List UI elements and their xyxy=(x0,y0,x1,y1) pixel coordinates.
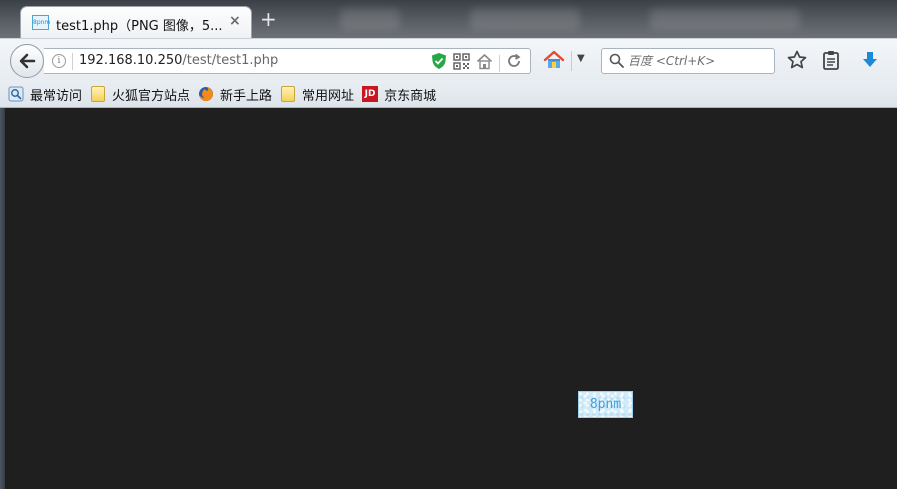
jd-icon: JD xyxy=(362,86,379,102)
url-host: 192.168.10.250 xyxy=(79,53,183,68)
tab-close-icon[interactable]: × xyxy=(229,13,241,29)
home-icon xyxy=(543,50,565,68)
jd-logo-text: JD xyxy=(362,86,379,102)
background-blur xyxy=(650,8,800,30)
firefox-icon xyxy=(198,86,214,102)
most-visited-icon xyxy=(8,86,24,102)
url-path: /test/test1.php xyxy=(182,53,279,68)
bookmark-label: 火狐官方站点 xyxy=(112,88,191,104)
page-content: 8pnm xyxy=(5,108,897,489)
clipboard-button[interactable] xyxy=(820,49,842,71)
new-tab-button[interactable]: + xyxy=(260,8,277,30)
url-text[interactable]: 192.168.10.250/test/test1.php xyxy=(79,53,278,68)
tab-title: test1.php（PNG 图像，5... xyxy=(56,19,223,34)
nav-toolbar: i 192.168.10.250/test/test1.php ▼ xyxy=(0,38,897,81)
search-icon xyxy=(609,53,624,72)
bookmark-firefox-official[interactable]: 火狐官方站点 xyxy=(90,83,196,105)
download-arrow-icon xyxy=(863,52,877,67)
bookmark-getting-started[interactable]: 新手上路 xyxy=(198,83,278,105)
url-divider xyxy=(72,53,73,70)
bookmark-label: 最常访问 xyxy=(30,88,83,104)
folder-icon xyxy=(90,86,106,102)
back-button[interactable] xyxy=(10,44,44,78)
download-button[interactable] xyxy=(859,49,881,71)
bookmark-star-button[interactable] xyxy=(786,49,808,71)
qr-code-icon[interactable] xyxy=(453,52,470,74)
background-blur xyxy=(340,8,400,30)
tab-favicon-icon: 8pnm xyxy=(32,15,50,30)
bookmark-jd-mall[interactable]: JD 京东商城 xyxy=(362,83,442,105)
clipboard-icon xyxy=(823,51,839,70)
bookmark-label: 常用网址 xyxy=(302,88,355,104)
tab-strip: 8pnm test1.php（PNG 图像，5... × + xyxy=(0,0,897,38)
toolbar-divider xyxy=(571,51,572,71)
tab-active[interactable]: 8pnm test1.php（PNG 图像，5... × xyxy=(20,6,252,38)
search-input[interactable] xyxy=(628,50,772,72)
bookmark-label: 新手上路 xyxy=(220,88,273,104)
house-outline-icon[interactable] xyxy=(476,53,493,74)
home-button[interactable] xyxy=(543,50,565,70)
url-icons xyxy=(431,52,522,74)
chevron-down-icon[interactable]: ▼ xyxy=(577,53,585,64)
bookmarks-bar: 最常访问 火狐官方站点 新手上路 常用网址 JD 京东商城 xyxy=(0,81,897,108)
bookmark-most-visited[interactable]: 最常访问 xyxy=(8,83,88,105)
background-blur xyxy=(470,8,580,30)
url-icon-divider xyxy=(499,54,500,72)
folder-icon xyxy=(280,86,296,102)
captcha-image: 8pnm xyxy=(578,391,633,418)
back-arrow-icon xyxy=(19,53,36,69)
shield-icon[interactable] xyxy=(431,52,447,74)
site-info-icon[interactable]: i xyxy=(52,54,66,68)
address-bar[interactable]: i 192.168.10.250/test/test1.php xyxy=(44,48,531,74)
bookmark-common-sites[interactable]: 常用网址 xyxy=(280,83,360,105)
bookmark-label: 京东商城 xyxy=(384,88,437,104)
reload-icon[interactable] xyxy=(506,53,522,73)
star-icon xyxy=(787,50,807,69)
search-box[interactable] xyxy=(601,48,775,74)
